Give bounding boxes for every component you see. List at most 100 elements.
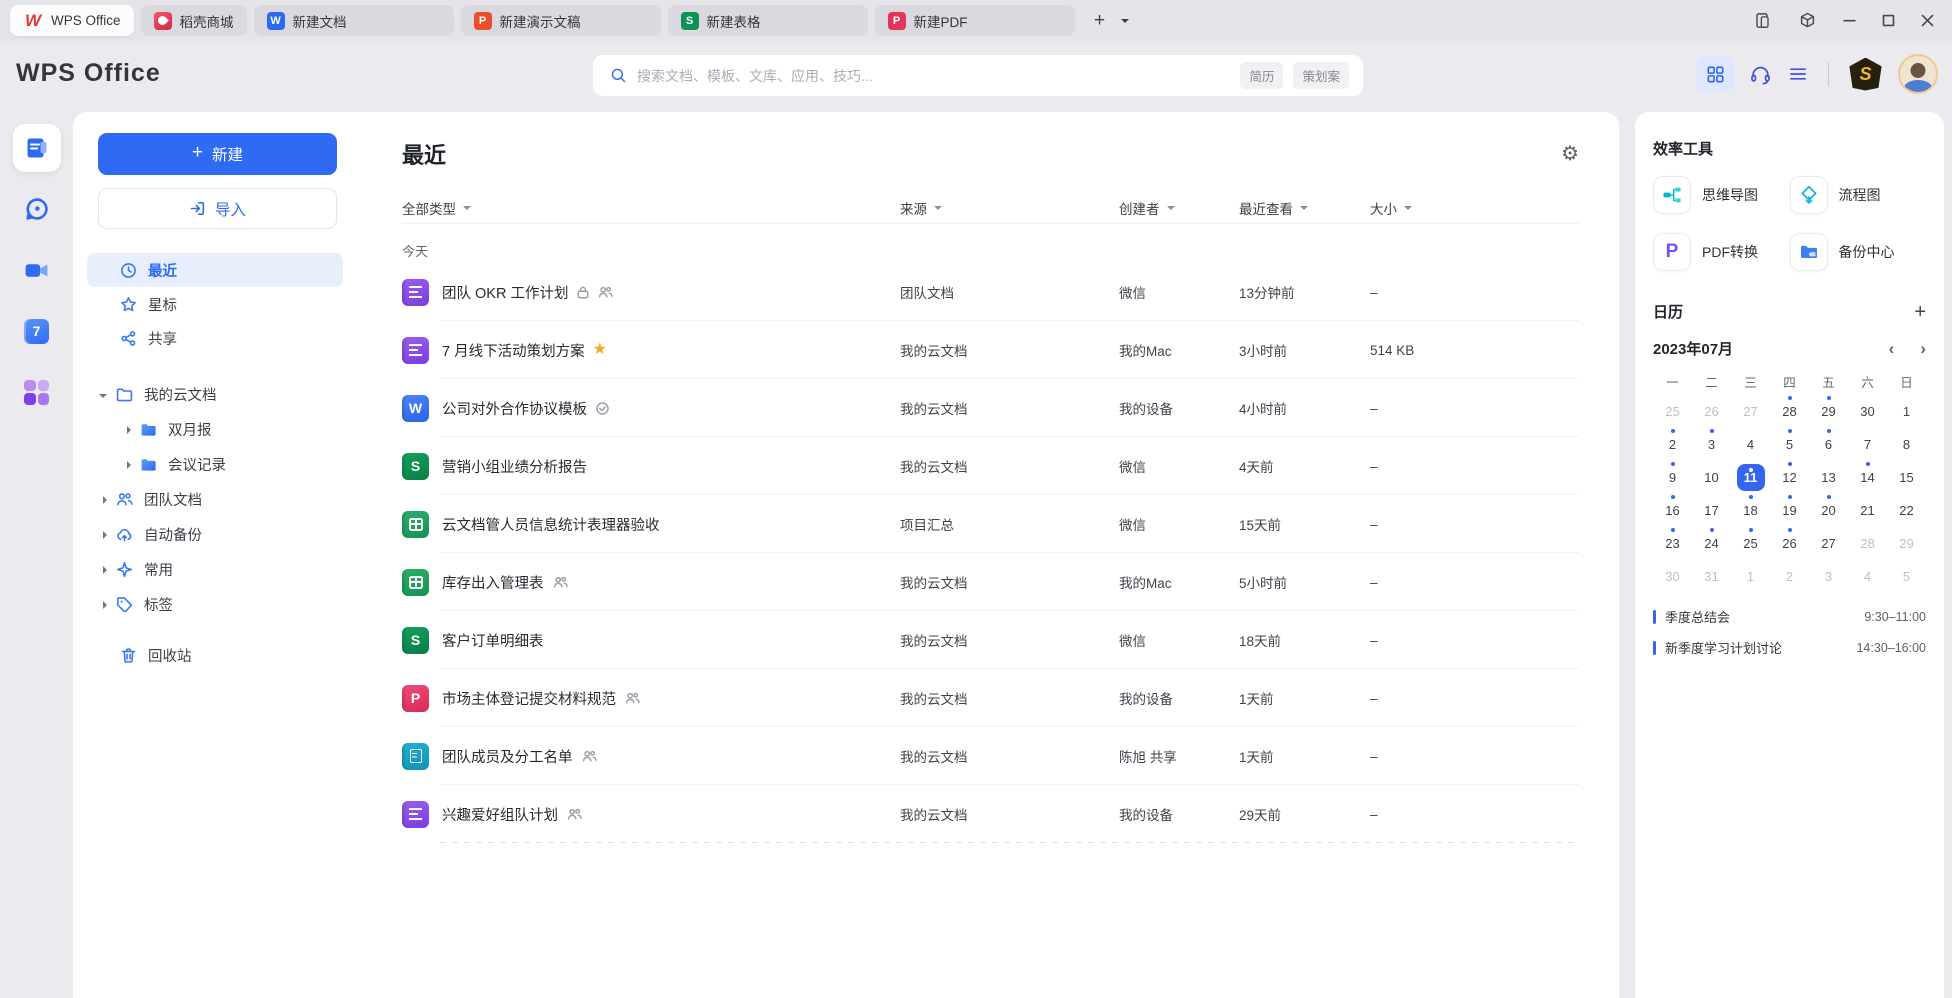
calendar-day[interactable]: 3 bbox=[1809, 560, 1848, 593]
tab-docer-mall[interactable]: 稻壳商城 bbox=[141, 5, 247, 36]
workspace-cube-button[interactable] bbox=[1798, 11, 1817, 30]
sidebar-item-trash[interactable]: 回收站 bbox=[87, 638, 343, 672]
calendar-day[interactable]: 30 bbox=[1653, 560, 1692, 593]
membership-badge[interactable]: S bbox=[1848, 58, 1883, 91]
calendar-day[interactable]: 7 bbox=[1848, 428, 1887, 461]
tree-item-auto-backup[interactable]: 自动备份 bbox=[87, 517, 343, 552]
caret-right-icon[interactable] bbox=[127, 426, 135, 434]
file-row[interactable]: 云文档管人员信息统计表理器验收 项目汇总 微信 15天前 – bbox=[402, 495, 1579, 553]
maximize-button[interactable] bbox=[1882, 14, 1895, 27]
calendar-day[interactable]: 28 bbox=[1770, 395, 1809, 428]
rail-item-calendar[interactable]: 7 bbox=[13, 307, 61, 355]
calendar-day[interactable]: 13 bbox=[1809, 461, 1848, 494]
sidebar-item-starred[interactable]: 星标 bbox=[87, 287, 343, 321]
calendar-day[interactable]: 23 bbox=[1653, 527, 1692, 560]
calendar-day[interactable]: 28 bbox=[1848, 527, 1887, 560]
calendar-day[interactable]: 4 bbox=[1848, 560, 1887, 593]
file-row[interactable]: P 市场主体登记提交材料规范 我的云文档 我的设备 1天前 – bbox=[402, 669, 1579, 727]
calendar-day[interactable]: 30 bbox=[1848, 395, 1887, 428]
event-item[interactable]: 新季度学习计划讨论 14:30–16:00 bbox=[1653, 632, 1926, 663]
next-month-button[interactable]: › bbox=[1920, 340, 1926, 357]
calendar-day[interactable]: 25 bbox=[1653, 395, 1692, 428]
new-button[interactable]: + 新建 bbox=[98, 133, 337, 175]
tree-item-bimonthly-report[interactable]: 双月报 bbox=[87, 412, 343, 447]
tool-flowchart[interactable]: 流程图 bbox=[1790, 176, 1927, 214]
file-row[interactable]: 团队 OKR 工作计划 团队文档 微信 13分钟前 – bbox=[402, 263, 1579, 321]
calendar-day[interactable]: 1 bbox=[1731, 560, 1770, 593]
tree-item-tags[interactable]: 标签 bbox=[87, 587, 343, 622]
calendar-day[interactable]: 31 bbox=[1692, 560, 1731, 593]
prev-month-button[interactable]: ‹ bbox=[1889, 340, 1895, 357]
tab-list-dropdown-icon[interactable] bbox=[1121, 19, 1129, 27]
file-row[interactable]: S 营销小组业绩分析报告 我的云文档 微信 4天前 – bbox=[402, 437, 1579, 495]
calendar-day[interactable]: 29 bbox=[1887, 527, 1926, 560]
tool-mindmap[interactable]: 思维导图 bbox=[1653, 176, 1790, 214]
minimize-button[interactable] bbox=[1843, 14, 1856, 27]
tab-new-spreadsheet[interactable]: S 新建表格 bbox=[668, 5, 868, 36]
calendar-day[interactable]: 24 bbox=[1692, 527, 1731, 560]
calendar-day[interactable]: 3 bbox=[1692, 428, 1731, 461]
tool-pdf-convert[interactable]: P PDF转换 bbox=[1653, 233, 1790, 271]
calendar-day[interactable]: 27 bbox=[1809, 527, 1848, 560]
import-button[interactable]: 导入 bbox=[98, 188, 337, 229]
tab-new-pdf[interactable]: P 新建PDF bbox=[875, 5, 1075, 36]
sidebar-item-recent[interactable]: 最近 bbox=[87, 253, 343, 287]
filter-source[interactable]: 来源 bbox=[900, 198, 1119, 218]
calendar-day[interactable]: 14 bbox=[1848, 461, 1887, 494]
search-input[interactable] bbox=[637, 68, 1230, 84]
calendar-day[interactable]: 15 bbox=[1887, 461, 1926, 494]
calendar-day[interactable]: 1 bbox=[1887, 395, 1926, 428]
search-tag-resume[interactable]: 简历 bbox=[1240, 62, 1283, 89]
caret-right-icon[interactable] bbox=[103, 496, 111, 504]
calendar-day[interactable]: 19 bbox=[1770, 494, 1809, 527]
settings-button[interactable]: ⚙ bbox=[1561, 144, 1579, 164]
rail-item-apps[interactable] bbox=[13, 368, 61, 416]
file-row[interactable]: 团队成员及分工名单 我的云文档 陈旭 共享 1天前 – bbox=[402, 727, 1579, 785]
calendar-day[interactable]: 26 bbox=[1770, 527, 1809, 560]
user-avatar[interactable] bbox=[1898, 54, 1938, 94]
tree-item-my-cloud-docs[interactable]: 我的云文档 bbox=[87, 377, 343, 412]
calendar-day[interactable]: 27 bbox=[1731, 395, 1770, 428]
calendar-day[interactable]: 2 bbox=[1653, 428, 1692, 461]
main-menu-button[interactable] bbox=[1787, 63, 1809, 85]
search-tag-proposal[interactable]: 策划案 bbox=[1293, 62, 1349, 89]
calendar-day[interactable]: 16 bbox=[1653, 494, 1692, 527]
rail-item-chat[interactable] bbox=[13, 185, 61, 233]
tab-wps-office[interactable]: W WPS Office bbox=[10, 5, 134, 36]
file-row[interactable]: 库存出入管理表 我的云文档 我的Mac 5小时前 – bbox=[402, 553, 1579, 611]
close-button[interactable] bbox=[1921, 14, 1934, 27]
add-event-button[interactable]: + bbox=[1914, 302, 1926, 322]
caret-right-icon[interactable] bbox=[103, 601, 111, 609]
support-button[interactable] bbox=[1749, 63, 1772, 86]
file-row[interactable]: 7 月线下活动策划方案 ★ 我的云文档 我的Mac 3小时前 514 KB bbox=[402, 321, 1579, 379]
new-tab-button[interactable]: + bbox=[1087, 8, 1113, 34]
rail-item-documents[interactable] bbox=[13, 124, 61, 172]
calendar-day[interactable]: 6 bbox=[1809, 428, 1848, 461]
calendar-day[interactable]: 17 bbox=[1692, 494, 1731, 527]
caret-right-icon[interactable] bbox=[103, 531, 111, 539]
calendar-day[interactable]: 5 bbox=[1770, 428, 1809, 461]
file-row[interactable]: W 公司对外合作协议模板 我的云文档 我的设备 4小时前 – bbox=[402, 379, 1579, 437]
calendar-day-selected[interactable]: 11 bbox=[1731, 461, 1770, 494]
calendar-day[interactable]: 2 bbox=[1770, 560, 1809, 593]
calendar-day[interactable]: 29 bbox=[1809, 395, 1848, 428]
calendar-day[interactable]: 5 bbox=[1887, 560, 1926, 593]
event-item[interactable]: 季度总结会 9:30–11:00 bbox=[1653, 601, 1926, 632]
sync-to-mobile-button[interactable] bbox=[1753, 11, 1772, 30]
calendar-day[interactable]: 10 bbox=[1692, 461, 1731, 494]
calendar-day[interactable]: 12 bbox=[1770, 461, 1809, 494]
calendar-day[interactable]: 21 bbox=[1848, 494, 1887, 527]
tab-new-document[interactable]: W 新建文档 bbox=[254, 5, 454, 36]
tool-backup-center[interactable]: 备份中心 bbox=[1790, 233, 1927, 271]
calendar-day[interactable]: 18 bbox=[1731, 494, 1770, 527]
rail-item-meeting[interactable] bbox=[13, 246, 61, 294]
calendar-day[interactable]: 25 bbox=[1731, 527, 1770, 560]
filter-type[interactable]: 全部类型 bbox=[402, 198, 900, 218]
apps-grid-button[interactable] bbox=[1696, 56, 1734, 92]
calendar-day[interactable]: 26 bbox=[1692, 395, 1731, 428]
file-row[interactable]: S 客户订单明细表 我的云文档 微信 18天前 – bbox=[402, 611, 1579, 669]
filter-creator[interactable]: 创建者 bbox=[1119, 198, 1239, 218]
caret-right-icon[interactable] bbox=[127, 461, 135, 469]
tab-new-presentation[interactable]: P 新建演示文稿 bbox=[461, 5, 661, 36]
tree-item-team-docs[interactable]: 团队文档 bbox=[87, 482, 343, 517]
